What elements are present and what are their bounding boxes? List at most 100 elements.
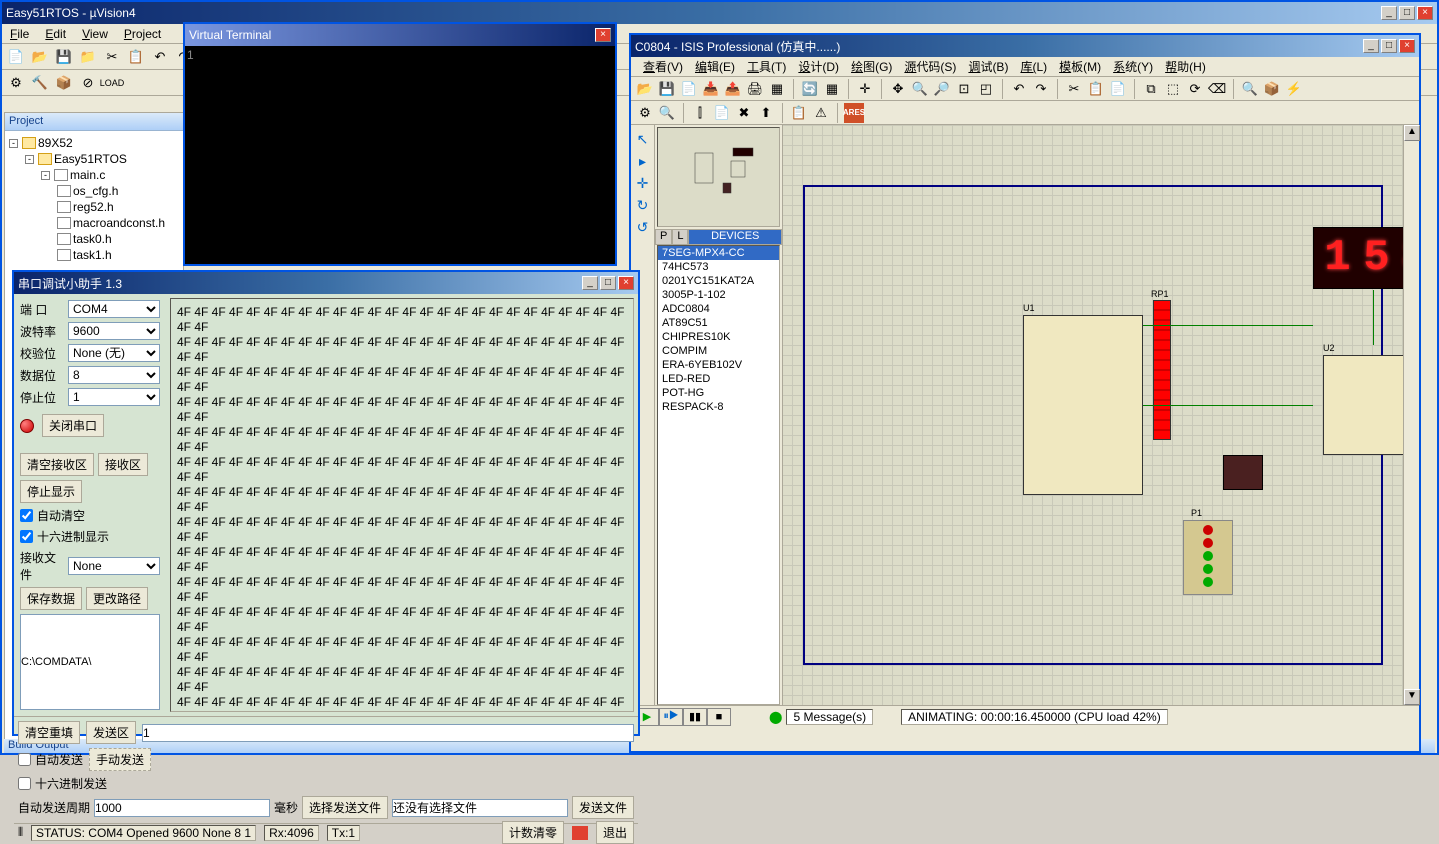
change-path-button[interactable]: 更改路径 xyxy=(86,587,148,610)
grid-icon[interactable]: ▦ xyxy=(822,79,842,99)
property-icon[interactable]: ⫿ xyxy=(690,103,710,123)
cut-icon[interactable]: ✂ xyxy=(1064,79,1084,99)
overview-window[interactable] xyxy=(657,127,780,227)
block-move-icon[interactable]: ⬚ xyxy=(1163,79,1183,99)
hex-display-checkbox[interactable] xyxy=(20,530,33,543)
auto-clear-checkbox[interactable] xyxy=(20,509,33,522)
stop-build-icon[interactable]: ⊘ xyxy=(78,73,98,93)
serial-titlebar[interactable]: 串口调试小助手 1.3 _ □ × xyxy=(14,272,638,294)
package-icon[interactable]: 📦 xyxy=(1262,79,1282,99)
copy-icon[interactable]: 📋 xyxy=(126,47,146,67)
pause-button[interactable]: ▮▮ xyxy=(683,708,707,726)
zoom-out-icon[interactable]: 🔎 xyxy=(932,79,952,99)
tree-file[interactable]: os_cfg.h xyxy=(73,183,118,199)
junction-icon[interactable]: ✛ xyxy=(633,173,653,193)
maximize-button[interactable]: □ xyxy=(1399,6,1415,20)
menu-project[interactable]: Project xyxy=(124,27,161,41)
step-button[interactable]: ⏸▶ xyxy=(659,708,683,726)
device-item[interactable]: COMPIM xyxy=(658,344,779,358)
hex-send-checkbox[interactable] xyxy=(18,777,31,790)
area-icon[interactable]: ▦ xyxy=(767,79,787,99)
download-icon[interactable]: LOAD xyxy=(102,73,122,93)
rebuild-icon[interactable]: 🔨 xyxy=(30,73,50,93)
translate-icon[interactable]: 📦 xyxy=(54,73,74,93)
decompose-icon[interactable]: ⚡ xyxy=(1284,79,1304,99)
rotate-ccw-icon[interactable]: ↺ xyxy=(633,217,653,237)
section-icon[interactable]: 📄 xyxy=(679,79,699,99)
menu-system[interactable]: 系统(Y) xyxy=(1109,58,1157,75)
tree-file[interactable]: task0.h xyxy=(73,231,112,247)
exit-root-icon[interactable]: ⬆ xyxy=(756,103,776,123)
port-select[interactable]: COM4 xyxy=(68,300,160,318)
menu-tools[interactable]: 工具(T) xyxy=(743,58,790,75)
resistor-pack-rp1[interactable] xyxy=(1153,300,1171,440)
origin-icon[interactable]: ✛ xyxy=(855,79,875,99)
rx-zone-button[interactable]: 接收区 xyxy=(98,453,148,476)
device-list[interactable]: 7SEG-MPX4-CC 74HC573 0201YC151KAT2A 3005… xyxy=(657,245,780,705)
rotate-cw-icon[interactable]: ↻ xyxy=(633,195,653,215)
ares-icon[interactable]: ARES xyxy=(844,103,864,123)
zoom-all-icon[interactable]: ⊡ xyxy=(954,79,974,99)
select-mode-icon[interactable]: ↖ xyxy=(633,129,653,149)
menu-graph[interactable]: 绘图(G) xyxy=(847,58,896,75)
delete-sheet-icon[interactable]: ✖ xyxy=(734,103,754,123)
period-input[interactable] xyxy=(94,799,270,817)
cut-icon[interactable]: ✂ xyxy=(102,47,122,67)
count-zero-button[interactable]: 计数清零 xyxy=(502,821,564,844)
save-icon[interactable]: 💾 xyxy=(54,47,74,67)
chip-u2-adc0804[interactable] xyxy=(1323,355,1403,455)
parity-select[interactable]: None (无) xyxy=(68,344,160,362)
menu-edit[interactable]: 编辑(E) xyxy=(691,58,739,75)
new-sheet-icon[interactable]: 📄 xyxy=(712,103,732,123)
device-item[interactable]: 3005P-1-102 xyxy=(658,288,779,302)
stopbits-select[interactable]: 1 xyxy=(68,388,160,406)
messages-count[interactable]: 5 Message(s) xyxy=(786,709,873,725)
uvision-titlebar[interactable]: Easy51RTOS - µVision4 _ □ × xyxy=(2,2,1437,24)
zoom-in-icon[interactable]: 🔍 xyxy=(910,79,930,99)
search-icon[interactable]: 🔍 xyxy=(657,103,677,123)
block-delete-icon[interactable]: ⌫ xyxy=(1207,79,1227,99)
vterm-content[interactable]: 1 xyxy=(185,46,615,264)
menu-edit[interactable]: Edit xyxy=(45,27,66,41)
menu-source[interactable]: 源代码(S) xyxy=(900,58,960,75)
build-icon[interactable]: ⚙ xyxy=(6,73,26,93)
device-item[interactable]: ERA-6YEB102V xyxy=(658,358,779,372)
tree-group[interactable]: Easy51RTOS xyxy=(54,151,127,167)
menu-library[interactable]: 库(L) xyxy=(1016,58,1051,75)
rx-file-select[interactable]: None xyxy=(68,557,160,575)
menu-template[interactable]: 模板(M) xyxy=(1055,58,1105,75)
minimize-button[interactable]: _ xyxy=(1381,6,1397,20)
close-button[interactable]: × xyxy=(618,276,634,290)
stop-display-button[interactable]: 停止显示 xyxy=(20,480,82,503)
wire-autoroute-icon[interactable]: ⚙ xyxy=(635,103,655,123)
tree-toggle-icon[interactable]: - xyxy=(41,171,50,180)
stop-button[interactable]: ■ xyxy=(707,708,731,726)
saveall-icon[interactable]: 📁 xyxy=(78,47,98,67)
compim-connector[interactable] xyxy=(1183,520,1233,595)
tree-main[interactable]: main.c xyxy=(70,167,105,183)
device-item[interactable]: LED-RED xyxy=(658,372,779,386)
device-item[interactable]: CHIPRES10K xyxy=(658,330,779,344)
undo-icon[interactable]: ↶ xyxy=(150,47,170,67)
refresh-icon[interactable]: 🔄 xyxy=(800,79,820,99)
tree-toggle-icon[interactable]: - xyxy=(25,155,34,164)
device-item[interactable]: AT89C51 xyxy=(658,316,779,330)
tree-file[interactable]: macroandconst.h xyxy=(73,215,165,231)
chip-u1-at89c51[interactable] xyxy=(1023,315,1143,495)
menu-design[interactable]: 设计(D) xyxy=(794,58,843,75)
zoom-area-icon[interactable]: ◰ xyxy=(976,79,996,99)
device-item[interactable]: 0201YC151KAT2A xyxy=(658,274,779,288)
menu-debug[interactable]: 调试(B) xyxy=(964,58,1012,75)
databits-select[interactable]: 8 xyxy=(68,366,160,384)
warning-icon[interactable]: ⬤ xyxy=(769,710,782,724)
close-button[interactable]: × xyxy=(1417,6,1433,20)
save-icon[interactable]: 💾 xyxy=(657,79,677,99)
block-rotate-icon[interactable]: ⟳ xyxy=(1185,79,1205,99)
open-icon[interactable]: 📂 xyxy=(30,47,50,67)
send-file-button[interactable]: 发送文件 xyxy=(572,796,634,819)
menu-view[interactable]: View xyxy=(82,27,108,41)
copy-icon[interactable]: 📋 xyxy=(1086,79,1106,99)
maximize-button[interactable]: □ xyxy=(600,276,616,290)
undo-icon[interactable]: ↶ xyxy=(1009,79,1029,99)
paste-icon[interactable]: 📄 xyxy=(1108,79,1128,99)
